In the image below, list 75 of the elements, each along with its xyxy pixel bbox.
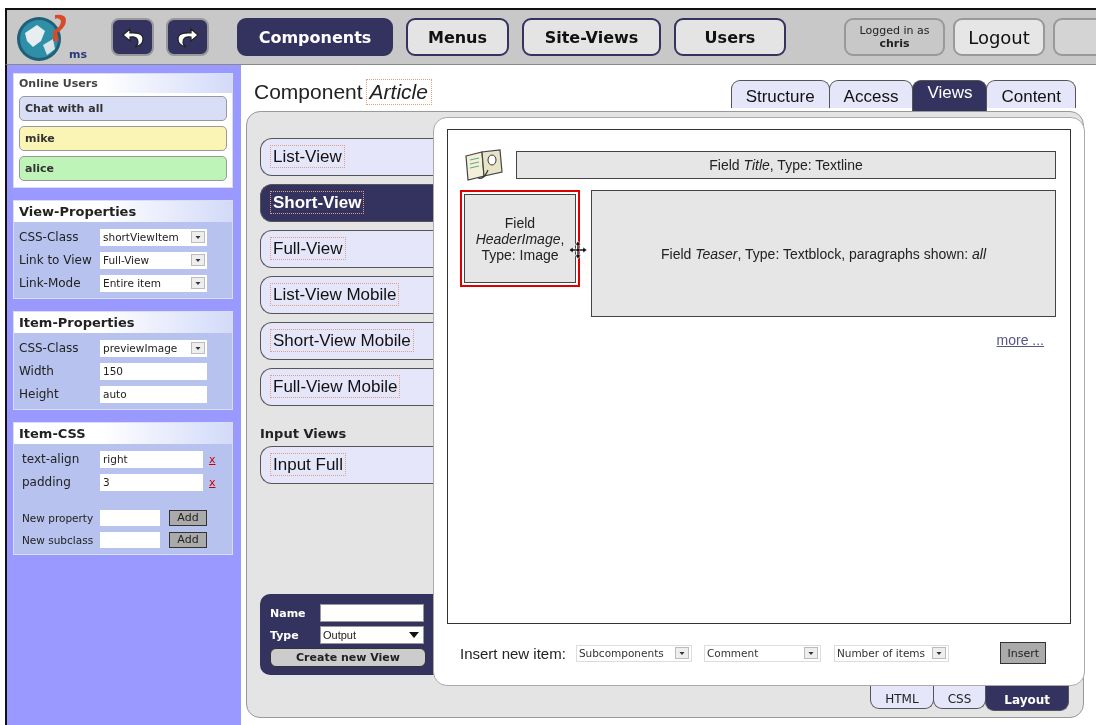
login-caption: Logged in as: [859, 23, 930, 37]
property-label: CSS-Class: [19, 341, 80, 355]
property-label: Link to View: [19, 253, 93, 267]
view-item[interactable]: List-View: [260, 138, 434, 176]
blank-button[interactable]: [1053, 18, 1096, 56]
create-view-button[interactable]: Create new View: [270, 648, 426, 667]
page-title: Component: [254, 80, 363, 104]
tab[interactable]: Structure: [730, 80, 830, 108]
css-property-label: padding: [21, 475, 72, 489]
book-icon: [462, 148, 506, 182]
select-field[interactable]: Subcomponents: [575, 644, 692, 662]
tab[interactable]: Content: [986, 80, 1076, 108]
move-cursor-icon: [568, 240, 588, 260]
add-button[interactable]: Add: [169, 531, 207, 548]
view-item[interactable]: Input Full: [260, 446, 434, 484]
view-item[interactable]: Full-View Mobile: [260, 368, 434, 406]
online-user-item[interactable]: mike: [19, 126, 227, 151]
component-name[interactable]: Article: [365, 79, 432, 105]
dropdown-arrow-icon: [409, 632, 419, 638]
input-field[interactable]: [100, 509, 160, 526]
nav-tab[interactable]: Users: [674, 18, 786, 56]
type-select[interactable]: Output: [320, 626, 424, 644]
online-user-item[interactable]: Chat with all: [19, 96, 227, 121]
select-field[interactable]: Full-View: [100, 251, 207, 269]
input-field[interactable]: 3: [100, 473, 203, 491]
panel-header: Online Users: [14, 74, 232, 93]
nav-tab[interactable]: Components: [237, 18, 393, 56]
type-label: Type: [270, 628, 300, 642]
nav-tab[interactable]: Menus: [406, 18, 509, 56]
add-button[interactable]: Add: [169, 509, 207, 526]
section-heading: Input Views: [260, 426, 348, 441]
select-field[interactable]: shortViewItem: [100, 228, 207, 246]
user-name: chris: [879, 36, 910, 51]
view-item[interactable]: List-View Mobile: [260, 276, 434, 314]
view-item[interactable]: Short-View: [260, 184, 434, 222]
css-property-label: text-align: [21, 452, 81, 466]
logo-text: ms: [69, 48, 87, 61]
new-label: New subclass: [21, 533, 95, 546]
tab[interactable]: Access: [828, 80, 914, 108]
panel-header: Item-Properties: [14, 312, 232, 333]
new-label: New property: [21, 511, 95, 524]
select-field[interactable]: Entire item: [100, 274, 207, 292]
layout-field[interactable]: Field HeaderImage, Type: Image: [460, 190, 580, 287]
name-field[interactable]: [320, 604, 424, 622]
undo-icon: [120, 25, 145, 49]
select-field[interactable]: Comment: [703, 644, 821, 662]
more-link[interactable]: more ...: [996, 332, 1044, 348]
select-field[interactable]: previewImage: [100, 339, 207, 357]
nav-tab[interactable]: Site-Views: [522, 18, 661, 56]
input-field[interactable]: auto: [100, 385, 207, 403]
view-item[interactable]: Full-View: [260, 230, 434, 268]
property-label: CSS-Class: [19, 230, 80, 244]
redo-button[interactable]: [166, 18, 209, 56]
property-label: Link-Mode: [19, 276, 82, 290]
property-label: Width: [19, 364, 55, 378]
property-label: Height: [19, 387, 60, 401]
tab[interactable]: Views: [912, 80, 988, 111]
panel-header: Item-CSS: [14, 423, 232, 444]
select-field[interactable]: Number of items: [833, 644, 949, 662]
insert-label: Insert new item:: [460, 644, 566, 662]
view-item[interactable]: Short-View Mobile: [260, 322, 434, 360]
insert-button[interactable]: Insert: [1000, 642, 1046, 664]
undo-button[interactable]: [111, 18, 154, 56]
online-user-item[interactable]: alice: [19, 156, 227, 181]
input-field[interactable]: right: [100, 450, 203, 468]
layout-field[interactable]: Field Title, Type: Textline: [516, 151, 1056, 179]
input-field[interactable]: 150: [100, 362, 207, 380]
logout-button[interactable]: Logout: [953, 18, 1045, 56]
layout-field[interactable]: Field Teaser, Type: Textblock, paragraphs shown: all: [591, 190, 1056, 317]
input-field[interactable]: [100, 531, 160, 548]
panel-header: View-Properties: [14, 201, 232, 222]
redo-icon: [175, 25, 200, 49]
name-label: Name: [270, 606, 307, 620]
tab[interactable]: HTML: [870, 685, 934, 709]
tab[interactable]: Layout: [985, 685, 1069, 711]
